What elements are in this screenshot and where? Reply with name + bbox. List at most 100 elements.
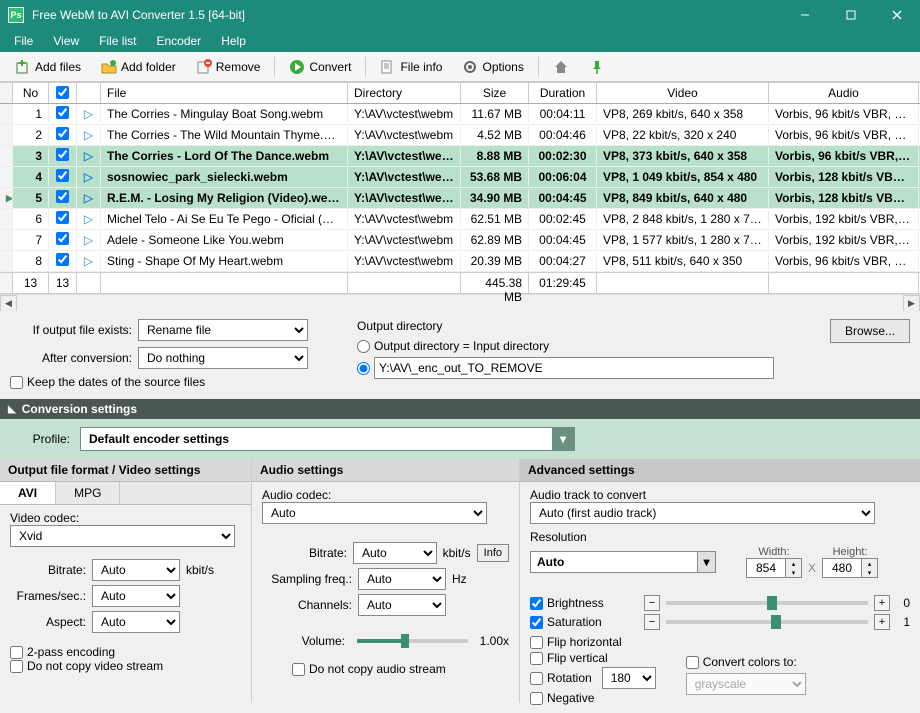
audio-settings-header: Audio settings: [252, 459, 519, 482]
play-icon[interactable]: ▷: [84, 254, 93, 268]
col-dur[interactable]: Duration: [529, 83, 597, 103]
app-icon: Ps: [8, 7, 24, 23]
brightness-slider[interactable]: [666, 601, 868, 605]
height-spinner[interactable]: ▴▾: [822, 558, 878, 578]
v-bitrate-select[interactable]: Auto: [92, 559, 180, 581]
sf-unit: Hz: [452, 572, 467, 586]
two-pass-checkbox[interactable]: [10, 646, 23, 659]
saturation-checkbox[interactable]: [530, 616, 543, 629]
col-video[interactable]: Video: [597, 83, 769, 103]
col-size[interactable]: Size: [461, 83, 529, 103]
menu-file[interactable]: File: [4, 31, 43, 51]
rotation-select[interactable]: 180: [602, 667, 656, 689]
ch-select[interactable]: Auto: [358, 594, 446, 616]
play-icon[interactable]: ▷: [84, 191, 93, 205]
table-row[interactable]: 8▷Sting - Shape Of My Heart.webmY:\AV\vc…: [0, 251, 920, 272]
flip-h-checkbox[interactable]: [530, 636, 543, 649]
resolution-select[interactable]: Auto ▾: [530, 551, 716, 573]
sf-select[interactable]: Auto: [358, 568, 446, 590]
brightness-minus[interactable]: −: [644, 595, 660, 611]
table-row[interactable]: 1▷The Corries - Mingulay Boat Song.webmY…: [0, 104, 920, 125]
row-checkbox[interactable]: [56, 127, 69, 140]
play-icon[interactable]: ▷: [84, 212, 93, 226]
brightness-plus[interactable]: +: [874, 595, 890, 611]
video-codec-select[interactable]: Xvid: [10, 525, 235, 547]
profile-select[interactable]: Default encoder settings ▾: [80, 427, 575, 451]
conversion-settings-header[interactable]: Conversion settings: [0, 399, 920, 419]
tab-mpg[interactable]: MPG: [56, 482, 120, 504]
menu-filelist[interactable]: File list: [89, 31, 146, 51]
play-icon[interactable]: ▷: [84, 107, 93, 121]
menu-help[interactable]: Help: [211, 31, 256, 51]
row-video: VP8, 1 049 kbit/s, 854 x 480: [597, 168, 769, 186]
h-scrollbar[interactable]: ◀ ▶: [0, 294, 920, 311]
file-info-button[interactable]: File info: [371, 55, 451, 79]
minimize-button[interactable]: [782, 0, 828, 30]
convert-button[interactable]: Convert: [280, 55, 360, 79]
table-row[interactable]: 3▷The Corries - Lord Of The Dance.webmY:…: [0, 146, 920, 167]
keep-dates-checkbox[interactable]: [10, 376, 23, 389]
height-label: Height:: [822, 546, 878, 558]
table-row[interactable]: 7▷Adele - Someone Like You.webmY:\AV\vct…: [0, 230, 920, 251]
aspect-select[interactable]: Auto: [92, 611, 180, 633]
no-video-checkbox[interactable]: [10, 660, 23, 673]
outdir-same-radio[interactable]: [357, 340, 370, 353]
saturation-minus[interactable]: −: [644, 614, 660, 630]
saturation-slider[interactable]: [666, 620, 868, 624]
menu-view[interactable]: View: [43, 31, 89, 51]
add-folder-button[interactable]: Add folder: [92, 55, 185, 79]
brightness-checkbox[interactable]: [530, 597, 543, 610]
scroll-left-button[interactable]: ◀: [0, 295, 17, 312]
add-files-button[interactable]: Add files: [6, 55, 90, 79]
play-icon[interactable]: ▷: [84, 128, 93, 142]
profile-dropdown-icon[interactable]: ▾: [552, 428, 574, 450]
info-button[interactable]: Info: [477, 544, 509, 562]
table-row[interactable]: 4▷sosnowiec_park_sielecki.webmY:\AV\vcte…: [0, 167, 920, 188]
menu-encoder[interactable]: Encoder: [146, 31, 211, 51]
outdir-path-input[interactable]: [374, 357, 774, 379]
play-icon[interactable]: ▷: [84, 170, 93, 184]
saturation-plus[interactable]: +: [874, 614, 890, 630]
col-dir[interactable]: Directory: [348, 83, 461, 103]
row-checkbox[interactable]: [56, 211, 69, 224]
tab-avi[interactable]: AVI: [0, 482, 56, 504]
table-row[interactable]: 6▷Michel Telo - Ai Se Eu Te Pego - Ofici…: [0, 209, 920, 230]
row-checkbox[interactable]: [56, 106, 69, 119]
row-checkbox[interactable]: [56, 232, 69, 245]
scroll-right-button[interactable]: ▶: [903, 295, 920, 312]
flip-v-checkbox[interactable]: [530, 652, 543, 665]
volume-slider[interactable]: [357, 639, 468, 643]
col-audio[interactable]: Audio: [769, 83, 919, 103]
col-no[interactable]: No: [13, 83, 49, 103]
col-check[interactable]: [49, 83, 77, 103]
audio-codec-select[interactable]: Auto: [262, 502, 487, 524]
a-bitrate-select[interactable]: Auto: [353, 542, 437, 564]
browse-button[interactable]: Browse...: [830, 319, 910, 343]
play-icon[interactable]: ▷: [84, 233, 93, 247]
width-spinner[interactable]: ▴▾: [746, 558, 802, 578]
remove-button[interactable]: Remove: [187, 55, 270, 79]
after-conv-select[interactable]: Do nothing: [138, 347, 308, 369]
col-file[interactable]: File: [101, 83, 348, 103]
no-audio-checkbox[interactable]: [292, 663, 305, 676]
table-row[interactable]: 2▷The Corries - The Wild Mountain Thyme.…: [0, 125, 920, 146]
pin-button[interactable]: [580, 55, 614, 79]
maximize-button[interactable]: [828, 0, 874, 30]
row-checkbox[interactable]: [56, 169, 69, 182]
outdir-custom-radio[interactable]: [357, 362, 370, 375]
options-button[interactable]: Options: [453, 55, 532, 79]
play-icon[interactable]: ▷: [84, 149, 93, 163]
track-select[interactable]: Auto (first audio track): [530, 502, 875, 524]
row-checkbox[interactable]: [56, 148, 69, 161]
select-all-checkbox[interactable]: [56, 86, 69, 99]
table-row[interactable]: ▶5▷R.E.M. - Losing My Religion (Video).w…: [0, 188, 920, 209]
fps-select[interactable]: Auto: [92, 585, 180, 607]
rotation-checkbox[interactable]: [530, 672, 543, 685]
if-exists-select[interactable]: Rename file: [138, 319, 308, 341]
home-button[interactable]: [544, 55, 578, 79]
convert-colors-checkbox[interactable]: [686, 656, 699, 669]
close-button[interactable]: [874, 0, 920, 30]
row-checkbox[interactable]: [56, 253, 69, 266]
chevron-down-icon[interactable]: ▾: [697, 552, 715, 572]
row-checkbox[interactable]: [56, 190, 69, 203]
